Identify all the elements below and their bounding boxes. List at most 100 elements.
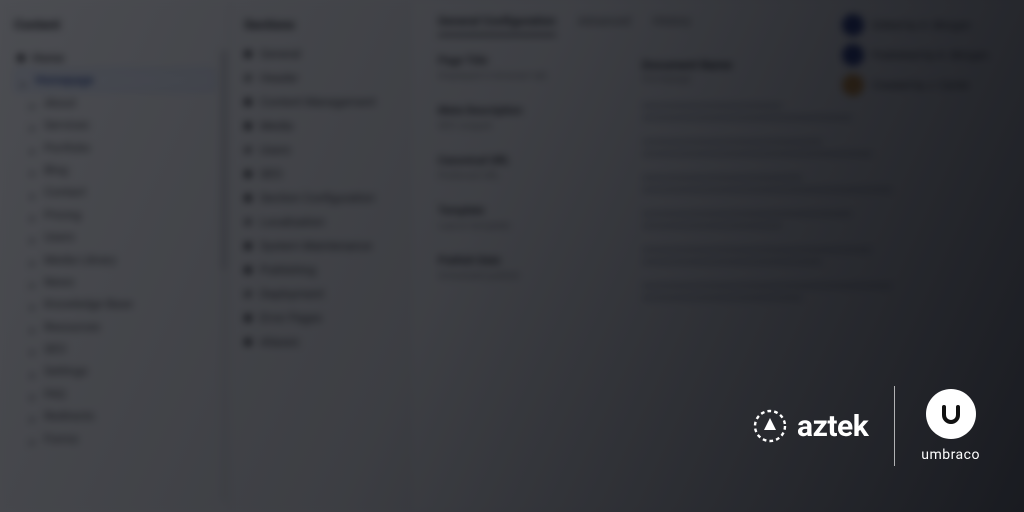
tree-item[interactable]: ▸Contact [14, 181, 215, 203]
content-block [642, 187, 892, 193]
tab-history[interactable]: History [653, 14, 691, 36]
content-block [642, 295, 802, 301]
tree-item[interactable]: ▸About [14, 92, 215, 114]
content-block [642, 151, 872, 157]
section-item[interactable]: Media [244, 119, 395, 133]
sections-panel: Sections General Header Content Management… [230, 0, 410, 512]
section-item[interactable]: Header [244, 71, 395, 85]
aztek-logo: aztek [753, 409, 868, 444]
tree-scrollbar-thumb[interactable] [221, 50, 227, 270]
branding-lockup: aztek umbraco [753, 386, 980, 466]
field-label: Meta Description [438, 104, 608, 117]
chevron-right-icon: ▸ [30, 99, 38, 107]
avatar-icon [842, 14, 864, 36]
umbraco-wordmark: umbraco [921, 447, 980, 463]
field-label-group: Template Layout template [438, 204, 608, 232]
tab-advanced[interactable]: Advanced [578, 14, 631, 36]
chevron-right-icon: ▸ [30, 256, 38, 264]
field-label: Publish Date [438, 254, 608, 267]
tree-item[interactable]: ▸Portfolio [14, 137, 215, 159]
section-dot-icon [244, 122, 252, 130]
field-sublabel: Displayed in browser tab [438, 71, 608, 82]
section-dot-icon [244, 146, 252, 154]
chevron-right-icon: ▸ [30, 412, 38, 420]
section-dot-icon [244, 290, 252, 298]
chevron-right-icon: ▸ [30, 278, 38, 286]
section-dot-icon [244, 218, 252, 226]
section-dot-icon [244, 242, 252, 250]
field-sublabel: Layout template [438, 221, 608, 232]
content-panel-title: Content [14, 18, 215, 33]
chevron-right-icon: ▸ [30, 345, 38, 353]
tree-item[interactable]: ▸Settings [14, 360, 215, 382]
section-item[interactable]: Localization [244, 215, 395, 229]
chevron-right-icon: ▸ [30, 368, 38, 376]
sections-panel-title: Sections [244, 18, 395, 33]
tree-item[interactable]: ▸Resources [14, 316, 215, 338]
section-item[interactable]: Deployment [244, 287, 395, 301]
tree-item[interactable]: ▸Media Library [14, 249, 215, 271]
chevron-right-icon: ▸ [30, 300, 38, 308]
tree-item[interactable]: ▸Forms [14, 428, 215, 450]
section-dot-icon [244, 98, 252, 106]
umbraco-logo: umbraco [921, 389, 980, 463]
field-sublabel: SEO snippet [438, 121, 608, 132]
content-block [642, 175, 802, 181]
tree-item[interactable]: ▸Redirects [14, 405, 215, 427]
field-sublabel: Preferred URL [438, 171, 608, 182]
activity-item[interactable]: Published by A. Morgan [842, 44, 988, 66]
section-item[interactable]: General [244, 47, 395, 61]
chevron-right-icon: ▸ [30, 233, 38, 241]
tab-general[interactable]: General Configuration [438, 14, 556, 36]
chevron-right-icon: ▸ [30, 189, 38, 197]
logo-divider [894, 386, 895, 466]
field-label-group: Page Title Displayed in browser tab [438, 54, 608, 82]
chevron-right-icon: ▸ [30, 435, 38, 443]
tree-item-selected[interactable]: ▸ Homepage [14, 69, 215, 91]
section-dot-icon [244, 194, 252, 202]
section-dot-icon [244, 338, 252, 346]
chevron-right-icon: ▸ [30, 166, 38, 174]
tree-item[interactable]: ▸Users [14, 226, 215, 248]
activity-item[interactable]: Created by J. Carter [842, 74, 988, 96]
field-label: Page Title [438, 54, 608, 67]
tree-scrollbar-track [221, 50, 227, 502]
section-dot-icon [244, 170, 252, 178]
content-block [642, 247, 872, 253]
tree-item[interactable]: ▸FAQ [14, 383, 215, 405]
tree-item[interactable]: ▸Pricing [14, 204, 215, 226]
section-item[interactable]: Section Configuration [244, 191, 395, 205]
section-item[interactable]: System Maintenance [244, 239, 395, 253]
section-item[interactable]: Users [244, 143, 395, 157]
section-item[interactable]: Publishing [244, 263, 395, 277]
content-block [642, 259, 822, 265]
tree-root[interactable]: Home [14, 47, 215, 69]
chevron-right-icon: ▸ [30, 121, 38, 129]
content-block [642, 211, 852, 217]
chevron-right-icon: ▸ [30, 323, 38, 331]
activity-sidebar: Edited by A. Morgan Published by A. Morg… [842, 14, 988, 96]
tree-item[interactable]: ▸News [14, 271, 215, 293]
content-block [642, 223, 782, 229]
aztek-wordmark: aztek [797, 409, 868, 444]
content-block [642, 139, 822, 145]
section-item[interactable]: Aliases [244, 335, 395, 349]
content-block [642, 115, 852, 121]
section-item[interactable]: SEO [244, 167, 395, 181]
chevron-right-icon: ▸ [30, 390, 38, 398]
tree-item[interactable]: ▸Blog [14, 159, 215, 181]
tree-item[interactable]: ▸SEO [14, 338, 215, 360]
activity-item[interactable]: Edited by A. Morgan [842, 14, 988, 36]
section-dot-icon [244, 314, 252, 322]
tree-item[interactable]: ▸Knowledge Base [14, 293, 215, 315]
field-label-group: Meta Description SEO snippet [438, 104, 608, 132]
home-icon [16, 53, 26, 63]
chevron-right-icon: ▸ [30, 144, 38, 152]
field-label: Canonical URL [438, 154, 608, 167]
field-label: Template [438, 204, 608, 217]
field-sublabel: Scheduled publish [438, 271, 608, 282]
tree-item[interactable]: ▸Services [14, 114, 215, 136]
section-item[interactable]: Error Pages [244, 311, 395, 325]
section-item[interactable]: Content Management [244, 95, 395, 109]
field-label-group: Canonical URL Preferred URL [438, 154, 608, 182]
